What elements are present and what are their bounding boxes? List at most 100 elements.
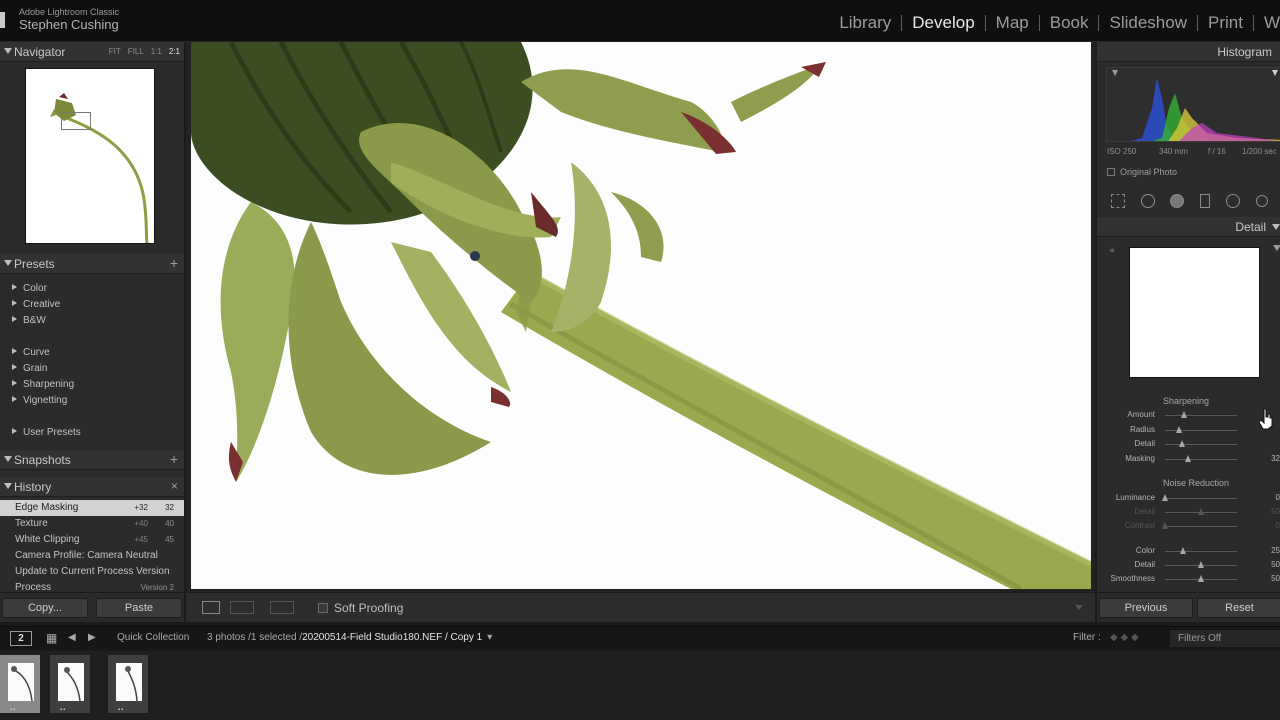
navigator-zoom-box[interactable] [61, 112, 91, 130]
noise-color-slider[interactable]: Color 25 [1097, 544, 1280, 558]
preset-group-creative[interactable]: Creative [12, 299, 60, 310]
slider-track[interactable] [1165, 498, 1237, 499]
module-web[interactable]: W [1254, 13, 1280, 33]
preset-group-grain[interactable]: Grain [12, 363, 47, 374]
slider-value[interactable]: 0 [1276, 521, 1280, 530]
reset-button[interactable]: Reset [1197, 598, 1280, 618]
slider-thumb[interactable] [1180, 411, 1187, 418]
original-photo-toggle[interactable]: Original Photo [1107, 167, 1177, 177]
slider-value[interactable]: 50 [1271, 560, 1280, 569]
zoom-fit[interactable]: FIT [109, 47, 121, 56]
previous-settings-button[interactable]: Previous [1099, 598, 1193, 618]
history-step-camera-profile[interactable]: Camera Profile: Camera Neutral [0, 548, 184, 564]
slider-thumb[interactable] [1198, 561, 1204, 568]
slider-track[interactable] [1165, 526, 1237, 527]
histogram-graph[interactable] [1106, 67, 1280, 142]
history-header[interactable]: History × [0, 477, 184, 497]
back-arrow-icon[interactable]: ◀ [68, 632, 76, 643]
module-develop[interactable]: Develop [902, 13, 984, 33]
history-step-process-version[interactable]: Process Version 2 [0, 580, 184, 591]
slider-thumb[interactable] [1180, 547, 1186, 554]
slider-thumb[interactable] [1162, 522, 1168, 529]
detail-header[interactable]: Detail [1097, 217, 1280, 237]
toolbar-menu-icon[interactable] [1075, 605, 1083, 610]
noise-detail-slider[interactable]: Detail 50 [1097, 505, 1280, 519]
clear-history-icon[interactable]: × [171, 479, 178, 493]
module-library[interactable]: Library [829, 13, 901, 33]
copy-settings-button[interactable]: Copy... [2, 598, 88, 618]
slider-value[interactable]: 32 [1271, 454, 1280, 463]
noise-contrast-slider[interactable]: Contrast 0 [1097, 519, 1280, 533]
slider-value[interactable]: 25 [1271, 546, 1280, 555]
zoom-fill[interactable]: FILL [128, 47, 144, 56]
grid-view-icon[interactable]: ▦ [46, 631, 57, 645]
slider-track[interactable] [1165, 551, 1237, 552]
sharpening-detail-slider[interactable]: Detail [1097, 437, 1280, 451]
slider-thumb[interactable] [1198, 575, 1204, 582]
loupe-view-icon[interactable] [202, 601, 220, 614]
sharpening-masking-slider[interactable]: Masking 32 [1097, 452, 1280, 466]
paste-settings-button[interactable]: Paste [96, 598, 182, 618]
graduated-filter-icon[interactable] [1200, 194, 1210, 208]
slider-thumb[interactable] [1198, 508, 1204, 515]
slider-track[interactable] [1165, 415, 1237, 416]
forward-arrow-icon[interactable]: ▶ [88, 632, 96, 643]
history-step-update-process[interactable]: Update to Current Process Version [0, 564, 184, 580]
slider-thumb[interactable] [1179, 440, 1186, 447]
preset-group-bw[interactable]: B&W [12, 315, 46, 326]
filmstrip-info[interactable]: 3 photos /1 selected /20200514-Field Stu… [207, 632, 492, 643]
preset-group-color[interactable]: Color [12, 283, 47, 294]
preset-group-user-presets[interactable]: User Presets [12, 427, 81, 438]
preset-group-vignetting[interactable]: Vignetting [12, 395, 67, 406]
slider-track[interactable] [1165, 444, 1237, 445]
navigator-preview[interactable] [25, 68, 155, 244]
history-step-edge-masking[interactable]: Edge Masking +32 32 [0, 500, 184, 516]
secondary-display-button[interactable]: 2 [10, 631, 32, 646]
before-after-swap-icon[interactable] [270, 601, 294, 614]
module-slideshow[interactable]: Slideshow [1099, 13, 1197, 33]
snapshots-header[interactable]: Snapshots + [0, 450, 184, 470]
detail-preview-menu-icon[interactable] [1273, 245, 1280, 251]
module-print[interactable]: Print [1198, 13, 1253, 33]
filmstrip-thumbnail[interactable]: ▪▪ [0, 655, 40, 713]
slider-value[interactable]: 0 [1276, 493, 1280, 502]
filmstrip-thumbnail[interactable]: ▪▪ [50, 655, 90, 713]
filter-flag-icons[interactable]: ◆ ◆ ◆ [1110, 632, 1139, 643]
spot-removal-tool-icon[interactable] [1141, 194, 1155, 208]
module-map[interactable]: Map [986, 13, 1039, 33]
adjustment-brush-icon[interactable] [1256, 195, 1268, 207]
sharpening-amount-slider[interactable]: Amount [1097, 408, 1280, 422]
before-after-view-icon[interactable] [230, 601, 254, 614]
detail-target-icon[interactable]: ⌖ [1109, 245, 1115, 258]
add-preset-icon[interactable]: + [170, 255, 178, 271]
slider-value[interactable]: 50 [1271, 574, 1280, 583]
navigator-header[interactable]: Navigator FIT FILL 1:1 2:1 [0, 42, 184, 62]
histogram-header[interactable]: Histogram [1097, 42, 1280, 62]
module-book[interactable]: Book [1040, 13, 1099, 33]
history-step-texture[interactable]: Texture +40 40 [0, 516, 184, 532]
filmstrip-source[interactable]: Quick Collection [117, 632, 189, 643]
noise-smoothness-slider[interactable]: Smoothness 50 [1097, 572, 1280, 586]
original-photo-checkbox[interactable] [1107, 168, 1115, 176]
sharpening-radius-slider[interactable]: Radius [1097, 423, 1280, 437]
slider-thumb[interactable] [1162, 494, 1168, 501]
slider-thumb[interactable] [1175, 425, 1182, 433]
crop-tool-icon[interactable] [1111, 194, 1125, 208]
filmstrip-thumbnail[interactable]: ▪▪ [108, 655, 148, 713]
radial-filter-icon[interactable] [1226, 194, 1240, 208]
detail-preview-window[interactable] [1129, 247, 1260, 378]
preset-group-curve[interactable]: Curve [12, 347, 50, 358]
add-snapshot-icon[interactable]: + [170, 451, 178, 467]
filter-dropdown[interactable]: Filters Off [1170, 630, 1280, 647]
zoom-2-1[interactable]: 2:1 [169, 47, 180, 56]
photo-canvas[interactable] [191, 42, 1091, 589]
red-eye-tool-icon[interactable] [1170, 194, 1184, 208]
slider-value[interactable]: 50 [1271, 507, 1280, 516]
slider-track[interactable] [1165, 458, 1237, 460]
noise-detail-slider[interactable]: Detail 50 [1097, 558, 1280, 572]
presets-header[interactable]: Presets + [0, 254, 184, 274]
slider-thumb[interactable] [1185, 454, 1192, 462]
noise-luminance-slider[interactable]: Luminance 0 [1097, 491, 1280, 505]
soft-proofing-checkbox[interactable] [318, 603, 328, 613]
zoom-1-1[interactable]: 1:1 [151, 47, 162, 56]
